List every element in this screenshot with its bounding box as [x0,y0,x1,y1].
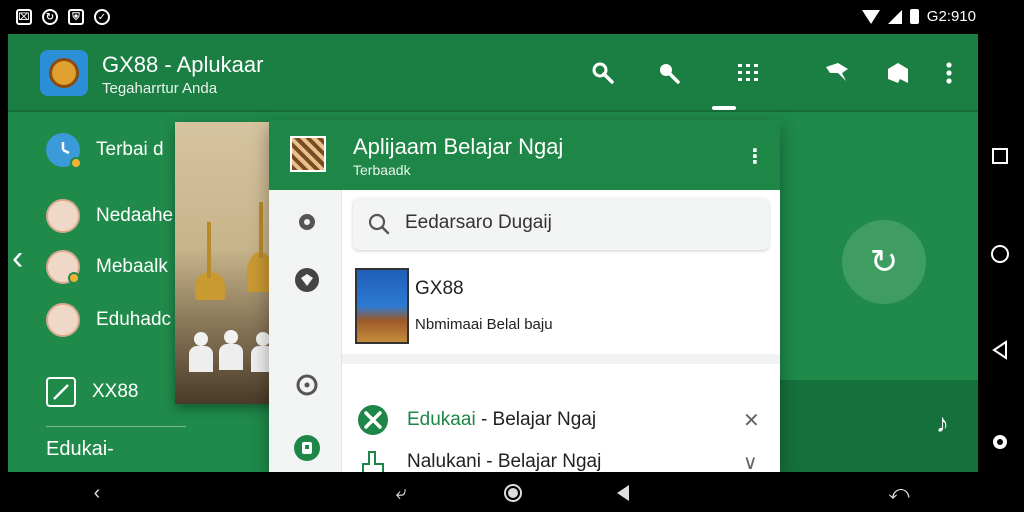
left-list-item[interactable]: XX88 [46,372,138,412]
option-row[interactable]: Edukaai - Belajar Ngaj ✕ [353,402,769,442]
search-input-value: Eedarsaro Dugaij [405,212,552,233]
back-icon[interactable] [986,336,1014,364]
more-vertical-icon[interactable] [936,60,962,86]
app-dialog: Aplijaam Belajar Ngaj Terbaadk ⋮ Eedarsa… [269,120,780,472]
option-label: Edukaai - Belajar Ngaj [407,409,597,430]
close-icon[interactable]: ✕ [743,408,760,433]
return-icon[interactable]: ⤺ [886,480,912,506]
dialog-header: Aplijaam Belajar Ngaj Terbaadk ⋮ [269,120,780,190]
option-row[interactable]: Nalukani - Belajar Ngaj ∨ [353,444,769,472]
status-time: G2:910 [926,8,976,25]
section-divider [342,354,780,364]
image-icon: ⌧ [16,9,32,25]
bottom-navigation-bar: ‹ ⤶ ⤺ [0,472,1024,512]
music-icon[interactable]: ♪ [936,408,949,439]
search-result-item[interactable]: GX88 Nbmimaai Belal baju [353,260,769,350]
left-list-item[interactable]: Terbai d [46,130,164,170]
left-list-label: Eduhadc [96,309,172,330]
assistant-icon[interactable] [986,428,1014,456]
app-subtitle: Tegaharrtur Anda [102,80,218,97]
book-cover-image [355,268,409,344]
phone-screen: ⌧ ↻ ⛨ ✓ G2:910 GX88 - Aplukaar Tegaharrt… [0,0,1024,512]
share-icon[interactable] [885,60,911,86]
bottom-label[interactable]: Edukai‐ [46,438,114,461]
shield-icon: ⛨ [68,9,84,25]
gear-icon[interactable] [293,208,321,236]
left-list-label: Terbai d [96,139,164,160]
signal-icon [887,9,902,24]
play-icon[interactable] [610,480,636,506]
active-tab-indicator [712,106,736,110]
left-list-label: XX88 [92,381,139,402]
left-list-item[interactable]: Eduhadc [46,300,171,340]
dialog-subtitle: Terbaadk [353,162,411,178]
dialog-side-rail [269,190,342,472]
status-notification-icons: ⌧ ↻ ⛨ ✓ [16,9,110,25]
app-window: GX88 - Aplukaar Tegaharrtur Anda ‹ Terba… [8,34,978,472]
divider [46,426,186,427]
result-title: GX88 [415,278,464,299]
flag-icon[interactable] [824,60,850,86]
left-list-item[interactable]: Nedaahe [46,196,173,236]
chevron-left-icon[interactable]: ‹ [12,239,23,278]
status-bar: ⌧ ↻ ⛨ ✓ G2:910 [0,0,1024,34]
left-list-item[interactable]: Mebaalk [46,247,168,287]
search-input[interactable]: Eedarsaro Dugaij [353,198,769,250]
recents-icon[interactable] [986,142,1014,170]
hand-icon [357,446,389,472]
battery-icon [909,9,919,24]
refresh-icon[interactable]: ↻ [842,220,926,304]
search-icon [367,212,391,236]
dialog-thumbnail [290,136,326,172]
chevron-down-icon[interactable]: ∨ [743,450,758,472]
avatar [46,250,80,284]
left-list-label: Mebaalk [96,256,168,277]
globe-icon[interactable] [293,266,321,294]
check-icon: ✓ [94,9,110,25]
rotate-icon[interactable]: ⤶ [388,480,414,506]
app-logo[interactable] [40,50,88,96]
left-list-label: Nedaahe [96,205,174,226]
app-title: GX88 - Aplukaar [102,52,264,77]
back-icon[interactable]: ‹ [84,480,110,506]
search-icon[interactable] [590,60,616,86]
mosque-photo [175,122,275,404]
account-icon[interactable] [293,434,321,462]
dialog-title: Aplijaam Belajar Ngaj [353,134,564,159]
app-header: GX88 - Aplukaar Tegaharrtur Anda [8,34,978,112]
home-icon[interactable] [500,480,526,506]
edit-icon [46,377,76,407]
grid-icon[interactable] [735,60,761,86]
tools-icon [357,404,389,436]
location-icon[interactable] [293,372,321,400]
wifi-icon [861,9,880,24]
avatar [46,199,80,233]
result-subtitle: Nbmimaai Belal baju [415,316,553,333]
status-system-icons: G2:910 [861,8,976,25]
option-label: Nalukani - Belajar Ngaj [407,451,602,472]
clock-icon [46,133,82,169]
more-vertical-icon[interactable]: ⋮ [745,144,765,169]
search-icon[interactable] [656,60,682,86]
avatar [46,303,80,337]
sync-icon: ↻ [42,9,58,25]
home-icon[interactable] [986,240,1014,268]
